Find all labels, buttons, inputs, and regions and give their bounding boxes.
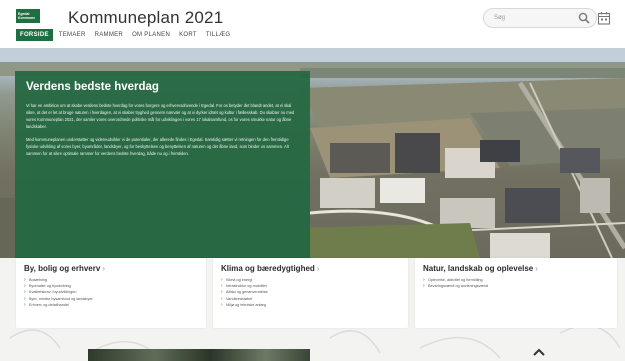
card-link[interactable]: Bevaringsværdi og anvisningsværdi [423, 283, 609, 289]
nav-rammer[interactable]: RAMMER [95, 32, 123, 38]
chevron-up-icon[interactable] [530, 346, 548, 360]
card-links: Oplevelse, aktivitet og formidling Bevar… [423, 277, 609, 289]
card-title[interactable]: Natur, landskab og oplevelse › [423, 264, 609, 273]
intro-card: Verdens bedste hverdag Vi har en ambitio… [15, 71, 310, 258]
card-klima-baeredygtighed[interactable]: Klima og bæredygtighed› Klima og energi … [213, 258, 408, 328]
nav-temaer[interactable]: TEMAER [59, 32, 86, 38]
intro-paragraph-1: Vi har en ambition om at skabe verdens b… [26, 103, 295, 129]
search-icon[interactable] [578, 12, 590, 24]
card-title[interactable]: By, bolig og erhverv › [24, 264, 198, 273]
calendar-icon[interactable] [597, 11, 611, 25]
nav-kort[interactable]: KORT [179, 32, 197, 38]
egedal-logo[interactable]: Egedal Kommune [16, 9, 40, 23]
card-links: Bosætning Byomalse og byudvikling Kvalit… [24, 277, 198, 308]
card-title-text[interactable]: By, bolig og erhverv [24, 264, 100, 273]
card-link[interactable]: Erhverv og detailhandel [24, 302, 198, 308]
nav-forside[interactable]: FORSIDE [16, 28, 53, 41]
main-nav: FORSIDE TEMAER RAMMER OM PLANEN KORT TIL… [16, 28, 239, 41]
hero-image: Verdens bedste hverdag Vi har en ambitio… [0, 48, 625, 258]
card-title[interactable]: Klima og bæredygtighed › [221, 264, 400, 273]
card-link[interactable]: Miljø og tekniske anlæg [221, 302, 400, 308]
card-natur-landskab-oplevelse[interactable]: Natur, landskab og oplevelse› Oplevelse,… [415, 258, 617, 328]
chevron-right-icon: › [535, 264, 538, 273]
card-title-text[interactable]: Klima og bæredygtighed [221, 264, 315, 273]
theme-cards: By, bolig og erhverv› Bosætning Byomalse… [16, 258, 617, 328]
intro-title: Verdens bedste hverdag [26, 81, 159, 93]
chevron-right-icon: › [316, 264, 320, 273]
card-title-text[interactable]: Natur, landskab og oplevelse [423, 264, 533, 273]
news-thumbnail[interactable] [88, 349, 310, 361]
nav-tillaeg[interactable]: TILLÆG [206, 32, 230, 38]
intro-paragraph-2: Med kommuneplanen understøtter og videre… [26, 137, 289, 156]
card-by-bolig-erhverv[interactable]: By, bolig og erhverv› Bosætning Byomalse… [16, 258, 206, 328]
chevron-right-icon: › [102, 264, 105, 273]
page-title[interactable]: Kommuneplan 2021 [68, 8, 223, 28]
card-links: Klima og energi Infrastruktur og mobilit… [221, 277, 400, 308]
nav-om-planen[interactable]: OM PLANEN [132, 32, 170, 38]
header: Egedal Kommune Kommuneplan 2021 Søg FORS… [0, 0, 625, 48]
